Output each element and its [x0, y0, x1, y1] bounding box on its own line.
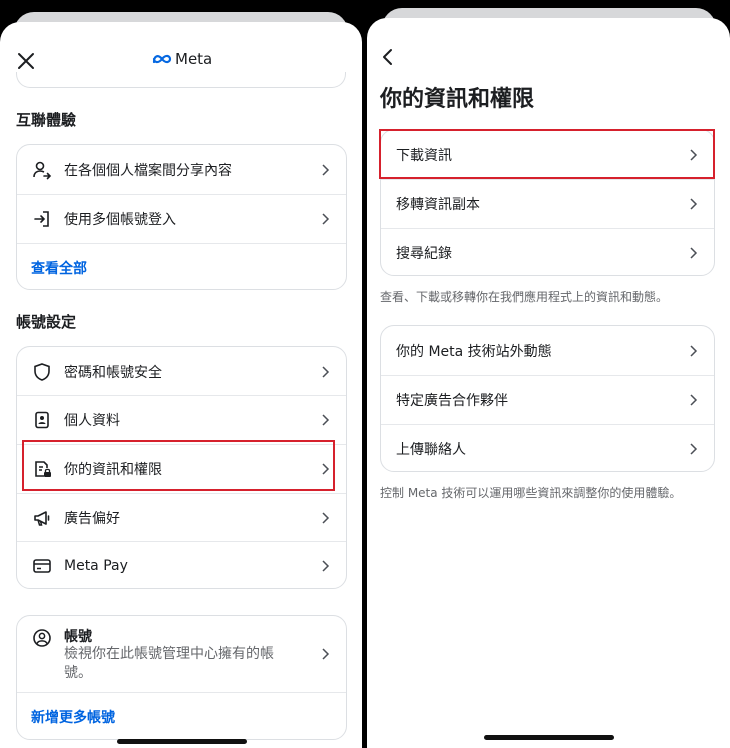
settings-item-password-security[interactable]: 密碼和帳號安全 [17, 347, 346, 396]
chevron-right-icon [322, 163, 330, 176]
item-label: 上傳聯絡人 [396, 441, 466, 458]
item-label: 搜尋紀錄 [396, 245, 452, 262]
chevron-right-icon [322, 559, 330, 572]
item-search-history[interactable]: 搜尋紀錄 [381, 228, 714, 275]
item-upload-contacts[interactable]: 上傳聯絡人 [381, 424, 714, 471]
section-connected-title: 互聯體驗 [16, 111, 77, 129]
settings-item-ad-preferences[interactable]: 廣告偏好 [17, 493, 346, 542]
item-ad-partners[interactable]: 特定廣告合作夥伴 [381, 375, 714, 424]
settings-item-meta-pay[interactable]: Meta Pay [17, 541, 346, 588]
chevron-right-icon [322, 511, 330, 524]
settings-item-label: 密碼和帳號安全 [64, 364, 162, 381]
item-off-meta-activity[interactable]: 你的 Meta 技術站外動態 [381, 326, 714, 375]
chevron-right-icon [690, 197, 698, 210]
home-indicator [484, 735, 614, 740]
item-label: 你的 Meta 技術站外動態 [396, 343, 552, 360]
group1-note: 查看、下載或移轉你在我們應用程式上的資訊和動態。 [380, 290, 669, 304]
close-icon[interactable] [17, 52, 35, 70]
item-label: 特定廣告合作夥伴 [396, 392, 508, 409]
accounts-card: 帳號 檢視你在此帳號管理中心擁有的帳號。 新增更多帳號 [16, 615, 347, 740]
connected-item-label: 在各個個人檔案間分享內容 [64, 162, 232, 179]
person-share-icon [33, 161, 52, 179]
chevron-right-icon [322, 413, 330, 426]
settings-item-label: Meta Pay [64, 557, 128, 574]
add-accounts-row[interactable]: 新增更多帳號 [17, 692, 346, 739]
see-all-row[interactable]: 查看全部 [17, 243, 346, 289]
chevron-right-icon [690, 393, 698, 406]
accounts-description: 檢視你在此帳號管理中心擁有的帳號。 [64, 646, 274, 681]
chevron-right-icon [690, 246, 698, 259]
meta-logo: Meta [152, 50, 212, 68]
item-transfer-copy[interactable]: 移轉資訊副本 [381, 179, 714, 228]
home-indicator [117, 739, 247, 744]
id-card-icon [35, 411, 49, 428]
ads-group-card: 你的 Meta 技術站外動態 特定廣告合作夥伴 上傳聯絡人 [380, 325, 715, 472]
chevron-right-icon [322, 365, 330, 378]
highlight-your-info-permissions [22, 440, 335, 491]
see-all-link[interactable]: 查看全部 [31, 258, 87, 278]
accounts-center-panel: Meta 互聯體驗 在各個個人檔案間分享內容 使用多個帳號登入 查看全部 帳號設… [0, 22, 362, 748]
meta-infinity-icon [152, 54, 172, 64]
chevron-right-icon [690, 442, 698, 455]
group2-note: 控制 Meta 技術可以運用哪些資訊來調整你的使用體驗。 [380, 486, 682, 500]
back-arrow-icon[interactable] [381, 48, 395, 66]
settings-item-personal-details[interactable]: 個人資料 [17, 395, 346, 444]
item-label: 移轉資訊副本 [396, 196, 480, 213]
megaphone-icon [34, 510, 50, 526]
settings-item-label: 個人資料 [64, 412, 120, 429]
page-title: 你的資訊和權限 [380, 87, 535, 112]
connected-experiences-card: 在各個個人檔案間分享內容 使用多個帳號登入 查看全部 [16, 144, 347, 290]
top-card-edge [16, 72, 346, 88]
connected-item-share-content[interactable]: 在各個個人檔案間分享內容 [17, 145, 346, 194]
your-info-permissions-panel: 你的資訊和權限 下載資訊 移轉資訊副本 搜尋紀錄 查看、下載或移轉你在我們應用程… [367, 18, 730, 748]
profile-circle-icon [33, 629, 51, 647]
shield-icon [34, 362, 50, 381]
connected-item-label: 使用多個帳號登入 [64, 211, 176, 228]
connected-item-multi-login[interactable]: 使用多個帳號登入 [17, 194, 346, 243]
accounts-title: 帳號 [64, 629, 92, 645]
highlight-download-info [379, 129, 715, 179]
login-arrow-icon [34, 210, 49, 227]
meta-logo-text: Meta [175, 50, 213, 68]
card-icon [33, 558, 51, 573]
settings-item-label: 廣告偏好 [64, 510, 120, 527]
chevron-right-icon [690, 344, 698, 357]
chevron-right-icon [322, 648, 330, 660]
chevron-right-icon [322, 212, 330, 225]
accounts-row[interactable]: 帳號 檢視你在此帳號管理中心擁有的帳號。 [17, 616, 346, 692]
section-account-title: 帳號設定 [16, 313, 77, 331]
add-accounts-link[interactable]: 新增更多帳號 [31, 707, 115, 727]
